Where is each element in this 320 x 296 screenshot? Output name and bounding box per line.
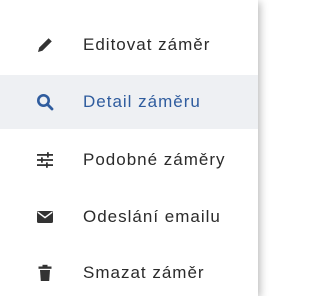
menu-item-detail[interactable]: Detail záměru [0, 75, 258, 129]
menu-item-label: Smazat záměr [83, 263, 205, 282]
menu-item-label: Podobné záměry [83, 150, 226, 169]
menu-item-label: Editovat záměr [83, 35, 211, 54]
menu-item-send-email[interactable]: Odeslání emailu [0, 190, 258, 244]
menu-item-label: Odeslání emailu [83, 207, 221, 226]
menu-item-label: Detail záměru [83, 92, 201, 111]
sliders-icon [34, 149, 56, 171]
menu-item-delete[interactable]: Smazat záměr [0, 246, 258, 296]
context-menu: Editovat záměr Detail záměru Podobné zám… [0, 0, 258, 296]
trash-icon [34, 262, 56, 284]
menu-item-similar[interactable]: Podobné záměry [0, 133, 258, 187]
search-icon [34, 91, 56, 113]
envelope-icon [34, 206, 56, 228]
pencil-icon [34, 34, 56, 56]
menu-item-edit[interactable]: Editovat záměr [0, 18, 258, 72]
